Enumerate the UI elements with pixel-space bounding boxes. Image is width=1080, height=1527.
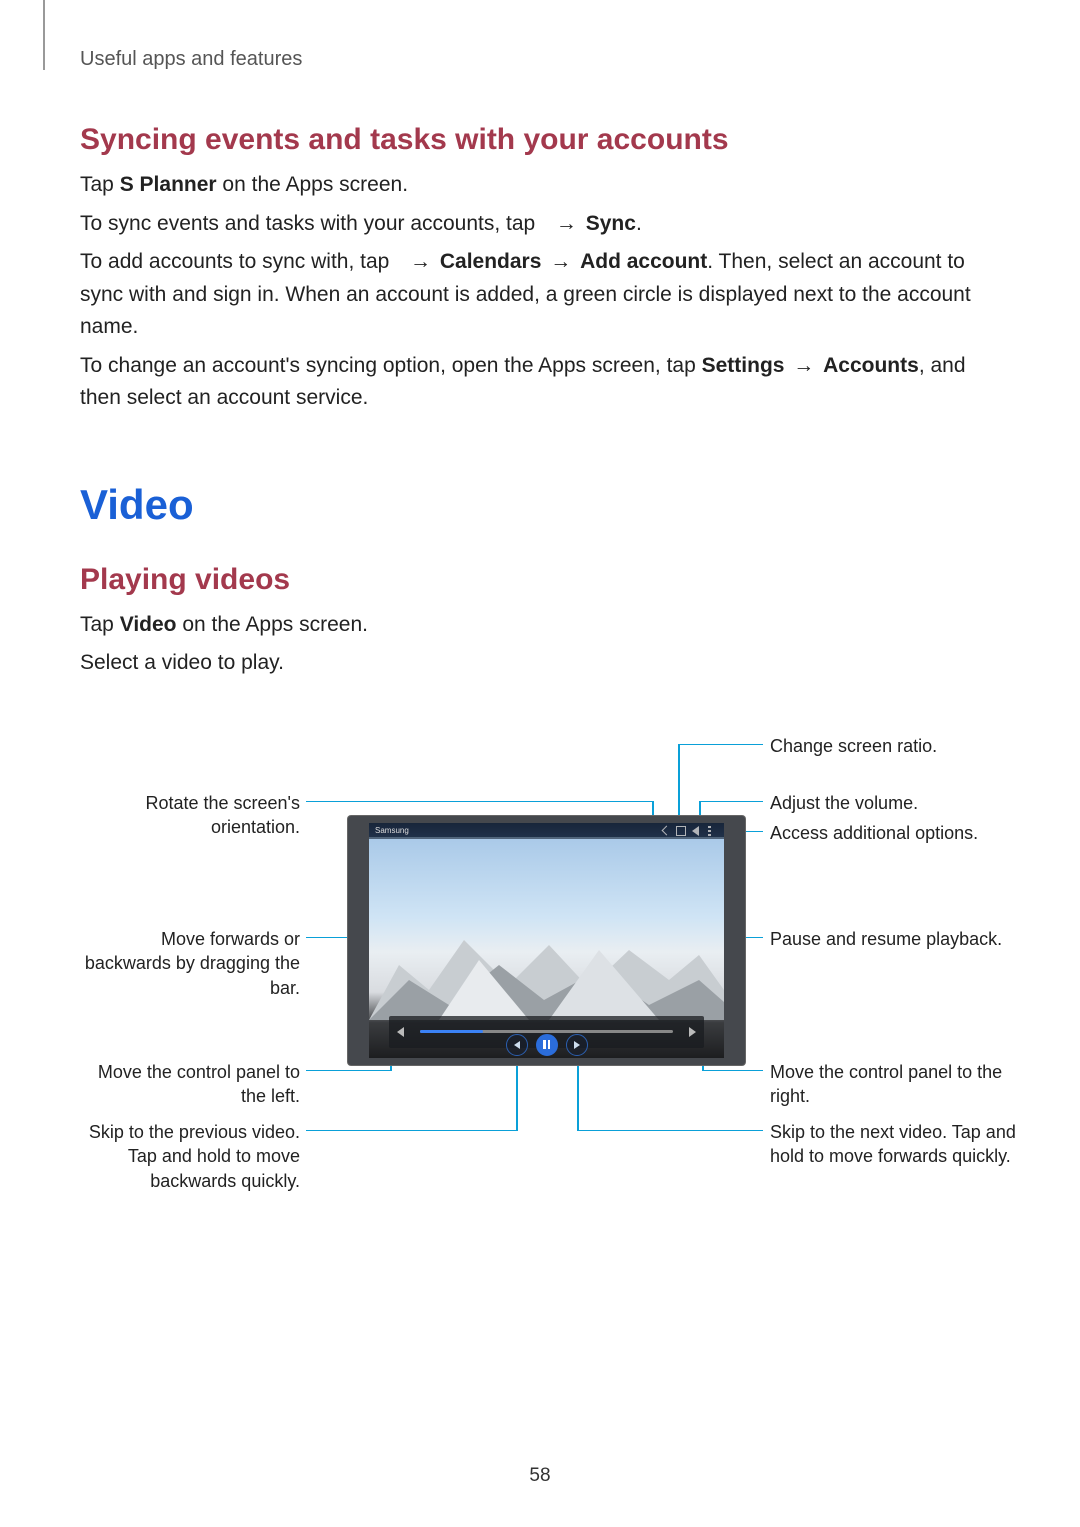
lead-line bbox=[306, 1070, 391, 1072]
panel-right-icon[interactable] bbox=[689, 1027, 696, 1037]
screen-ratio-icon[interactable] bbox=[676, 826, 686, 836]
callout-prev: Skip to the previous video. Tap and hold… bbox=[80, 1120, 300, 1193]
arrow-icon: → bbox=[547, 212, 586, 235]
settings-label: Settings bbox=[702, 354, 785, 377]
syncing-p4: To change an account's syncing option, o… bbox=[80, 350, 1000, 415]
lead-line bbox=[577, 1064, 579, 1131]
lead-line bbox=[306, 1130, 517, 1132]
syncing-p1: Tap S Planner on the Apps screen. bbox=[80, 169, 1000, 202]
playing-videos-heading: Playing videos bbox=[80, 563, 1000, 597]
lead-line bbox=[702, 1070, 763, 1072]
more-options-icon[interactable] bbox=[708, 826, 718, 836]
calendars-label: Calendars bbox=[440, 250, 542, 273]
volume-icon[interactable] bbox=[692, 826, 702, 836]
accounts-label: Accounts bbox=[823, 354, 919, 377]
video-heading: Video bbox=[80, 481, 1000, 529]
prev-button[interactable] bbox=[506, 1034, 528, 1056]
page-number: 58 bbox=[0, 1465, 1080, 1487]
callout-seek: Move forwards or backwards by dragging t… bbox=[80, 927, 300, 1000]
video-player-mock: Samsung bbox=[348, 816, 745, 1065]
lead-line bbox=[516, 1064, 518, 1131]
lead-line bbox=[306, 801, 653, 803]
arrow-icon: → bbox=[401, 250, 440, 273]
syncing-heading: Syncing events and tasks with your accou… bbox=[80, 123, 1000, 157]
arrow-icon: → bbox=[541, 250, 580, 273]
video-thumbnail bbox=[369, 910, 724, 1020]
callout-pause: Pause and resume playback. bbox=[770, 927, 1040, 951]
callout-panel-left: Move the control panel to the left. bbox=[80, 1060, 300, 1109]
text: . bbox=[636, 212, 642, 235]
pause-button[interactable] bbox=[536, 1034, 558, 1056]
breadcrumb: Useful apps and features bbox=[80, 48, 1000, 71]
text: Tap bbox=[80, 613, 120, 636]
lead-line bbox=[678, 744, 763, 746]
rotate-icon[interactable] bbox=[662, 826, 672, 836]
sync-label: Sync bbox=[586, 212, 636, 235]
text: To sync events and tasks with your accou… bbox=[80, 212, 541, 235]
callout-more: Access additional options. bbox=[770, 821, 1040, 845]
text: To change an account's syncing option, o… bbox=[80, 354, 702, 377]
s-planner-label: S Planner bbox=[120, 173, 217, 196]
callout-panel-right: Move the control panel to the right. bbox=[770, 1060, 1040, 1109]
add-account-label: Add account bbox=[580, 250, 707, 273]
next-button[interactable] bbox=[566, 1034, 588, 1056]
video-p1: Tap Video on the Apps screen. bbox=[80, 609, 1000, 642]
callout-next: Skip to the next video. Tap and hold to … bbox=[770, 1120, 1040, 1169]
video-player-figure: Rotate the screen's orientation. Move fo… bbox=[80, 724, 1000, 1224]
syncing-p3: To add accounts to sync with, tap → Cale… bbox=[80, 246, 1000, 344]
video-titlebar: Samsung bbox=[369, 823, 724, 839]
video-p2: Select a video to play. bbox=[80, 647, 1000, 680]
lead-line bbox=[699, 801, 763, 803]
syncing-p2: To sync events and tasks with your accou… bbox=[80, 208, 1000, 241]
callout-rotate: Rotate the screen's orientation. bbox=[80, 791, 300, 840]
video-title-label: Samsung bbox=[375, 826, 409, 835]
page-content: Useful apps and features Syncing events … bbox=[0, 0, 1080, 1264]
callout-ratio: Change screen ratio. bbox=[770, 734, 1040, 758]
text: on the Apps screen. bbox=[177, 613, 368, 636]
callout-volume: Adjust the volume. bbox=[770, 791, 1040, 815]
text: Tap bbox=[80, 173, 120, 196]
playback-buttons bbox=[506, 1034, 588, 1056]
lead-line bbox=[577, 1130, 763, 1132]
text: To add accounts to sync with, tap bbox=[80, 250, 395, 273]
text: on the Apps screen. bbox=[217, 173, 408, 196]
video-screen: Samsung bbox=[369, 823, 724, 1058]
arrow-icon: → bbox=[784, 354, 823, 377]
panel-left-icon[interactable] bbox=[397, 1027, 404, 1037]
video-app-label: Video bbox=[120, 613, 177, 636]
